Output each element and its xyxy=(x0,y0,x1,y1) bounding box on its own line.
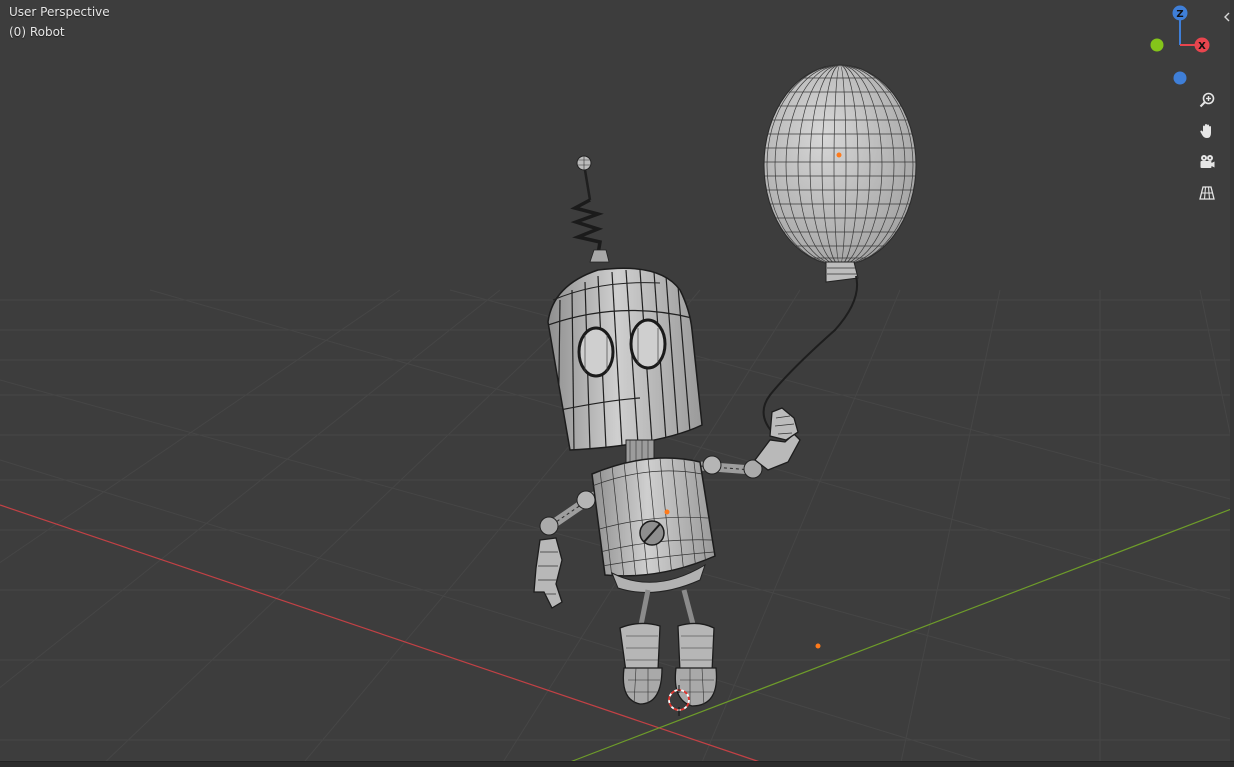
gizmo-x-label: X xyxy=(1198,41,1206,52)
gizmo-negative-y-axis[interactable] xyxy=(1150,38,1164,52)
empty-origin xyxy=(815,643,821,649)
balloon-mesh[interactable] xyxy=(760,64,920,283)
antenna-mesh[interactable] xyxy=(570,155,610,263)
viewport-canvas[interactable] xyxy=(0,0,1234,767)
3d-viewport[interactable]: User Perspective (0) Robot Z X xyxy=(0,0,1234,767)
pan-button[interactable] xyxy=(1196,120,1218,142)
balloon-origin xyxy=(836,152,842,158)
camera-view-button[interactable] xyxy=(1196,151,1218,173)
right-arm-mesh[interactable] xyxy=(695,407,801,479)
body-mesh[interactable] xyxy=(591,457,716,593)
camera-icon xyxy=(1200,155,1215,168)
zoom-button[interactable] xyxy=(1196,89,1218,111)
legs-mesh[interactable] xyxy=(619,589,718,707)
body-origin xyxy=(664,509,670,515)
zoom-icon xyxy=(1199,92,1215,108)
gizmo-z-label: Z xyxy=(1176,9,1183,20)
head-mesh[interactable] xyxy=(547,267,703,451)
view-perspective-label: User Perspective xyxy=(9,5,110,19)
navigation-gizmo[interactable]: Z X xyxy=(1140,2,1220,88)
grid-icon xyxy=(1199,186,1215,200)
gizmo-negative-z-axis[interactable] xyxy=(1173,71,1187,85)
hand-icon xyxy=(1200,124,1211,138)
active-object-label: (0) Robot xyxy=(9,25,65,39)
perspective-toggle-button[interactable] xyxy=(1196,182,1218,204)
viewport-right-edge xyxy=(1230,0,1234,761)
viewport-bottom-edge xyxy=(0,761,1234,767)
